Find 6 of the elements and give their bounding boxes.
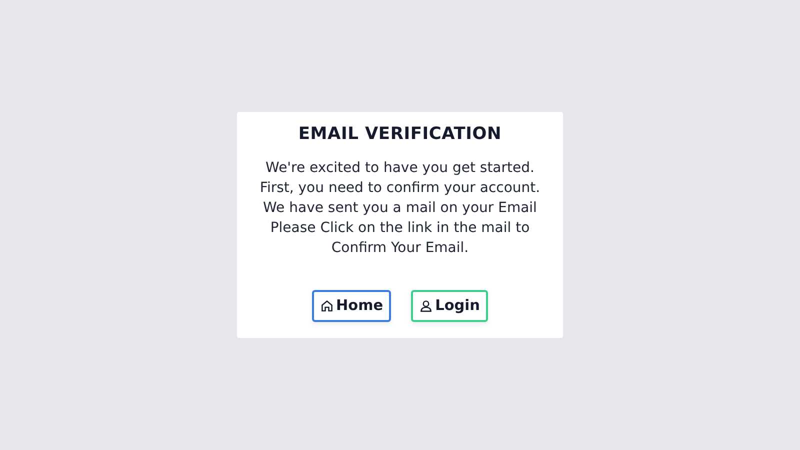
login-button[interactable]: Login (411, 290, 488, 322)
verification-message: We're excited to have you get started. First, you need to confirm your account. We have sent you a mail on your Email Please Click on the link in the mail to Confirm Your Email. (260, 159, 540, 258)
home-icon (320, 299, 334, 313)
card-title: EMAIL VERIFICATION (298, 124, 502, 144)
user-icon (419, 299, 434, 313)
home-button[interactable]: Home (312, 290, 392, 322)
